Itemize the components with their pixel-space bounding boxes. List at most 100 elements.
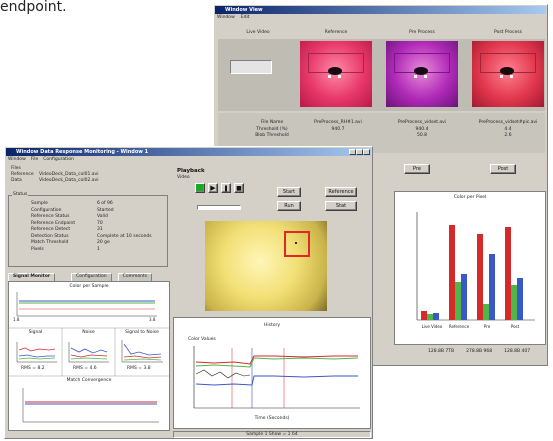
panel-charts-svg — [9, 292, 169, 423]
record-icon[interactable] — [195, 183, 205, 193]
menu-window[interactable]: Window — [8, 157, 26, 163]
cat-live-video: Live Video — [421, 324, 443, 329]
pause-icon[interactable]: ❚ — [221, 183, 231, 193]
signal-rms: RMS = 8.2 — [21, 366, 45, 371]
data-file: VideoDeck_Data_col02.avi — [39, 178, 99, 183]
col-post-process: Post Process — [494, 30, 522, 35]
status-value-2: Valid — [97, 214, 108, 219]
stat-button[interactable]: Stat — [325, 201, 357, 211]
file-labels: File Name Threshold (%) Blob Threshold — [242, 120, 302, 139]
back-window-title: Window View — [225, 7, 263, 13]
caption: endpoint. — [0, 0, 67, 15]
status-label-3: Reference Endpoint — [31, 220, 76, 226]
stop-icon[interactable]: ■ — [234, 183, 244, 193]
pre-threshold: 940.4 — [415, 126, 429, 132]
reference-file-info: PreProcess_RH#1.avi 940.7 — [300, 120, 376, 132]
history-series-black — [195, 369, 251, 379]
files-values: VideoDeck_Data_col01.avi VideoDeck_Data_… — [39, 172, 99, 184]
bar-post-blue — [517, 278, 523, 320]
menu-edit[interactable]: Edit — [241, 15, 250, 21]
post-button[interactable]: Post — [490, 164, 516, 174]
signal-to-noise-chart — [121, 340, 163, 363]
status-value-1: Started — [97, 207, 114, 213]
status-value-5: Complete at 10 seconds — [97, 233, 152, 239]
reference-file: VideoDeck_Data_col01.avi — [39, 172, 99, 177]
front-status-text: Sample 1 Show = 1 64 — [246, 432, 298, 437]
blob-threshold-label: Blob Threshold — [255, 133, 289, 138]
status-label-4: Reference Detect — [31, 227, 71, 232]
history-svg — [193, 346, 360, 409]
file-name-label: File Name — [260, 120, 284, 125]
pre-file-info: PreProcess_vidset.avi 940.4 50.8 — [384, 120, 460, 139]
close-icon[interactable] — [363, 149, 370, 155]
files-label: Files — [11, 166, 21, 171]
status-label-7: Pixels — [31, 246, 44, 252]
minimize-icon[interactable] — [349, 149, 356, 155]
status-value-0: 6 of 96 — [97, 201, 113, 206]
bar-ref-blue — [461, 274, 467, 320]
tick-right: 3.8 — [149, 317, 156, 322]
match-convergence-title: Match Convergence — [66, 378, 112, 383]
color-per-pixel-chart: Color per Pixel Live Video Reference Pre… — [394, 191, 546, 345]
pre-blob: 50.8 — [416, 133, 428, 138]
live-video-box — [230, 60, 272, 74]
bar-pre-green — [483, 304, 489, 320]
noise-title: Noise — [82, 330, 95, 335]
status-group-label: Status — [12, 192, 29, 198]
ref-threshold: 940.7 — [331, 126, 345, 132]
status-value-4: 31 — [97, 227, 103, 232]
pre-button[interactable]: Pre — [404, 164, 430, 174]
playback-controls: ▶ ❚ ■ — [195, 183, 244, 193]
status-label-5: Detection Status — [31, 233, 69, 239]
front-status-bar: Sample 1 Show = 1 64 — [173, 431, 371, 438]
status-label-2: Reference Status — [31, 214, 70, 219]
bar-post-green — [511, 285, 517, 320]
start-button[interactable]: Start — [277, 187, 301, 197]
noise-rms: RMS = 4.6 — [73, 366, 97, 371]
history-xlabel: Time (Seconds) — [254, 416, 290, 421]
bar-post-red — [505, 227, 511, 320]
cat-pre: Pre — [483, 324, 491, 329]
col-pre-process: Pre Process — [409, 30, 435, 35]
front-window-title: Window Data Response Monitoring - Window… — [16, 149, 149, 155]
post-threshold: 4.4 — [504, 126, 512, 132]
play-icon[interactable]: ▶ — [208, 183, 218, 193]
cat-reference: Reference — [448, 324, 470, 329]
status-labels: Sample Configuration Reference Status Re… — [31, 201, 76, 252]
status-label-1: Configuration — [31, 207, 62, 213]
run-button[interactable]: Run — [277, 201, 301, 211]
tick-left: 1.8 — [13, 317, 20, 322]
menu-file[interactable]: File — [31, 157, 39, 163]
status-value-7: 1 — [97, 246, 100, 252]
files-labels: Files Reference Data — [11, 166, 34, 184]
col-reference: Reference — [324, 30, 348, 35]
reference-button[interactable]: Reference — [325, 187, 357, 197]
roi-marker[interactable] — [284, 231, 310, 257]
post-process-image — [472, 41, 544, 107]
cat-post: Post — [510, 324, 520, 329]
menu-window[interactable]: Window — [217, 15, 235, 21]
reference-label: Reference — [11, 172, 34, 177]
playback-progress[interactable] — [197, 205, 241, 210]
back-status-1: 128.8B 7TB — [428, 349, 455, 354]
history-series-red — [195, 355, 358, 365]
maximize-icon[interactable] — [356, 149, 363, 155]
back-status-3: 128.8B 407 — [504, 349, 531, 354]
bar-live-blue — [433, 313, 439, 320]
roi-point — [295, 242, 297, 244]
bar-live-red — [421, 311, 427, 320]
bar-pre-red — [477, 234, 483, 320]
status-values: 6 of 96 Started Valid 70 31 Complete at … — [97, 201, 152, 252]
back-window-titlebar: Window View — [215, 6, 546, 14]
playback-label: Playback — [177, 168, 205, 174]
pre-file-name: PreProcess_vidset.avi — [397, 120, 447, 125]
color-bars-svg — [416, 212, 535, 321]
noise-chart — [68, 342, 109, 363]
history-series-blue — [195, 375, 358, 386]
video-label: Video — [177, 175, 190, 180]
bar-live-green — [427, 314, 433, 320]
signal-monitor-panel: Color per Sample 1.8 3.8 Signal Noise Si… — [8, 281, 170, 431]
front-window-titlebar: Window Data Response Monitoring - Window… — [6, 148, 371, 156]
menu-configuration[interactable]: Configuration — [43, 157, 74, 163]
back-status-2: 278.8B 968 — [466, 349, 493, 354]
